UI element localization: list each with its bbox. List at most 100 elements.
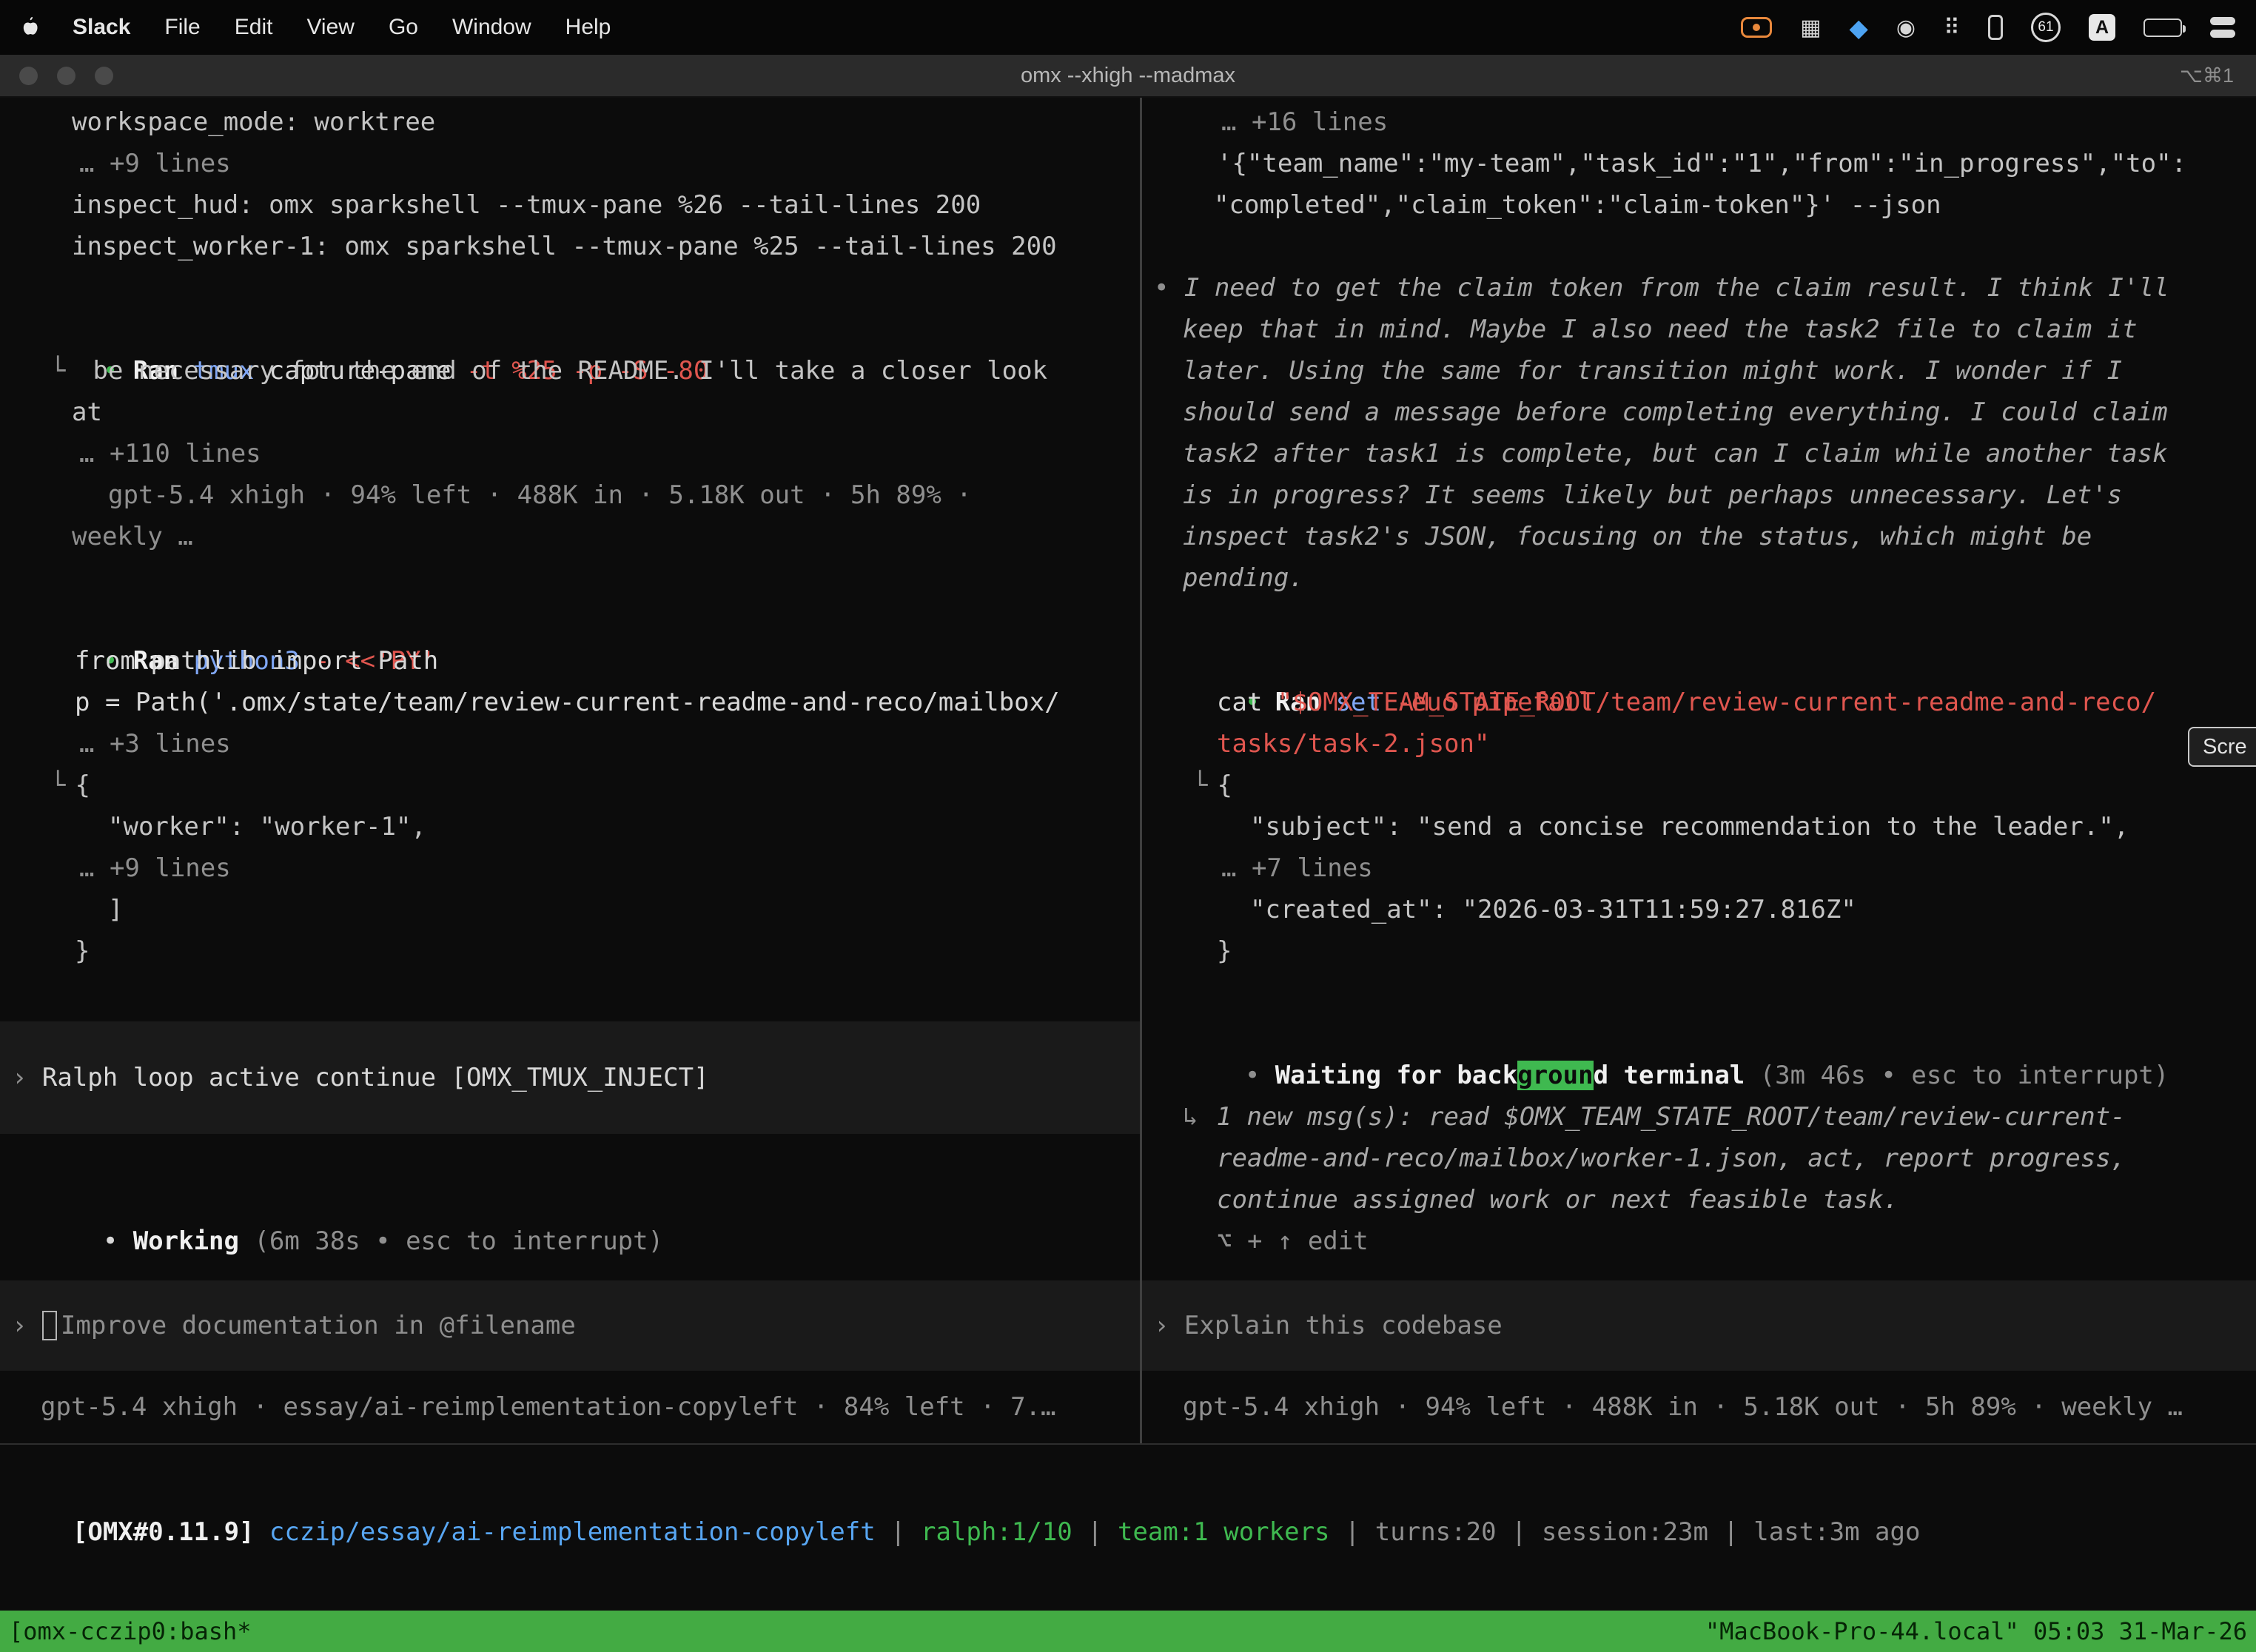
waiting-status-line: •Waiting for background terminal(3m 46s …: [1142, 1013, 2256, 1055]
terminal-line: "subject": "send a concise recommendatio…: [1142, 806, 2256, 847]
grid-app-icon[interactable]: ▦: [1800, 15, 1821, 41]
chevron-icon: ›: [12, 1311, 27, 1340]
json-arg-line: "completed","claim_token":"claim-token"}…: [1214, 190, 1941, 220]
command-path-arg: tasks/task-2.json": [1217, 729, 1489, 759]
notification-fragment: Scre: [2188, 727, 2256, 767]
percent-badge-icon[interactable]: 61: [2031, 13, 2061, 42]
reply-arrow-icon: ↳: [1183, 1102, 1198, 1132]
prompt-input[interactable]: ›Explain this codebase: [1142, 1280, 2256, 1371]
device-status-icon[interactable]: [1988, 15, 2003, 40]
thinking-line: task2 after task1 is complete, but can I…: [1142, 433, 2256, 474]
prompt-input[interactable]: ›Improve documentation in @filename: [0, 1280, 1140, 1371]
waiting-label: d terminal: [1594, 1061, 1745, 1090]
active-app-name[interactable]: Slack: [73, 15, 130, 40]
inject-status-band[interactable]: ›Ralph loop active continue [OMX_TMUX_IN…: [0, 1021, 1140, 1134]
code-line: from pathlib import Path: [75, 646, 438, 676]
terminal-line: "created_at": "2026-03-31T11:59:27.816Z": [1142, 889, 2256, 930]
right-pane[interactable]: … +16 lines '{"team_name":"my-team","tas…: [1142, 98, 2256, 1443]
terminal-line: … +3 lines: [0, 723, 1140, 765]
bullet-icon: •: [103, 1226, 118, 1256]
message-text: readme-and-reco/mailbox/worker-1.json, a…: [1217, 1144, 2126, 1173]
window-title: omx --xhigh --madmax: [0, 64, 2256, 88]
terminal-line: p = Path('.omx/state/team/review-current…: [0, 682, 1140, 723]
terminal-line: ]: [0, 889, 1140, 930]
config-line: inspect_worker-1: omx sparkshell --tmux-…: [72, 232, 1057, 261]
blue-app-icon[interactable]: ◆: [1849, 13, 1867, 42]
ellipsis-more-lines: … +9 lines: [79, 149, 231, 178]
ran-command-line: •Ranset-euo pipefail: [1142, 640, 2256, 682]
battery-icon[interactable]: [2143, 19, 2182, 37]
bullet-icon: •: [1154, 273, 1169, 303]
project-path: cczip/essay/ai-reimplementation-copyleft: [269, 1517, 876, 1547]
thinking-line: pending.: [1142, 557, 2256, 599]
thinking-text: inspect task2's JSON, focusing on the st…: [1183, 522, 2092, 551]
terminal-line: "worker": "worker-1",: [0, 806, 1140, 847]
waiting-label: Waiting for back: [1275, 1061, 1518, 1090]
thinking-text: pending.: [1183, 563, 1304, 593]
menu-window[interactable]: Window: [452, 15, 531, 40]
highlighted-chars: groun: [1517, 1061, 1593, 1090]
terminal-line: … +9 lines: [0, 847, 1140, 889]
terminal-line: └{: [0, 765, 1140, 806]
last-activity: last:3m ago: [1753, 1517, 1920, 1547]
mailbox-message-line: continue assigned work or next feasible …: [1142, 1179, 2256, 1220]
json-brace: {: [1217, 770, 1232, 800]
window-title-bar[interactable]: omx --xhigh --madmax ⌥⌘1: [0, 55, 2256, 98]
pane-footer: gpt-5.4 xhigh · essay/ai-reimplementatio…: [0, 1386, 1140, 1428]
thinking-line: should send a message before completing …: [1142, 392, 2256, 433]
dots-grid-icon[interactable]: ⠿: [1944, 15, 1960, 41]
terminal-line: }: [0, 930, 1140, 972]
json-line: "subject": "send a concise recommendatio…: [1250, 812, 2129, 842]
output-line: gpt-5.4 xhigh · 94% left · 488K in · 5.1…: [108, 480, 972, 510]
config-line: workspace_mode: worktree: [72, 107, 435, 137]
menu-edit[interactable]: Edit: [235, 15, 273, 40]
screen-recording-icon[interactable]: [1741, 17, 1772, 38]
menu-file[interactable]: File: [164, 15, 200, 40]
terminal-line: inspect_hud: omx sparkshell --tmux-pane …: [0, 184, 1140, 226]
ran-command-line: •Rantmuxcapture-pane-t %25 -p -S -80: [0, 309, 1140, 350]
thinking-line: is in progress? It seems likely but perh…: [1142, 474, 2256, 516]
terminal-line: … +9 lines: [0, 143, 1140, 184]
thinking-text: should send a message before completing …: [1183, 397, 2168, 427]
json-brace: }: [75, 936, 90, 966]
terminal-line: from pathlib import Path: [0, 640, 1140, 682]
thinking-text: task2 after task1 is complete, but can I…: [1183, 439, 2168, 469]
window-shortcut: ⌥⌘1: [2180, 64, 2256, 87]
terminal-line: inspect_worker-1: omx sparkshell --tmux-…: [0, 226, 1140, 267]
apple-menu-icon[interactable]: [19, 16, 38, 39]
separator: |: [1087, 1517, 1102, 1547]
terminal-line: weekly …: [0, 516, 1140, 557]
terminal-line: gpt-5.4 xhigh · 94% left · 488K in · 5.1…: [0, 474, 1140, 516]
ellipsis-more-lines: … +3 lines: [79, 729, 231, 759]
separator: |: [1345, 1517, 1360, 1547]
ellipsis-more-lines: … +110 lines: [79, 439, 261, 469]
json-brace: {: [75, 770, 90, 800]
terminal[interactable]: workspace_mode: worktree … +9 lines insp…: [0, 98, 2256, 1652]
json-arg-line: '{"team_name":"my-team","task_id":"1","f…: [1217, 149, 2186, 178]
chevron-icon: ›: [12, 1063, 27, 1092]
menu-view[interactable]: View: [306, 15, 354, 40]
thinking-text: is in progress? It seems likely but perh…: [1183, 480, 2122, 510]
thinking-text: keep that in mind. Maybe I also need the…: [1183, 315, 2138, 344]
terminal-line: └{: [1142, 765, 2256, 806]
tmux-session-window[interactable]: [omx-cczip0:bash*: [9, 1611, 252, 1652]
control-center-icon[interactable]: [2210, 17, 2235, 38]
menu-help[interactable]: Help: [565, 15, 611, 40]
omx-status-line: [OMX#0.11.9]cczip/essay/ai-reimplementat…: [0, 1470, 2256, 1511]
menu-go[interactable]: Go: [389, 15, 418, 40]
separator: |: [890, 1517, 905, 1547]
prompt-placeholder: Explain this codebase: [1184, 1311, 1503, 1340]
ellipsis-more-lines: … +9 lines: [79, 853, 231, 883]
edit-shortcut-hint: ⌥ + ↑ edit: [1217, 1226, 1369, 1256]
text-cursor: [42, 1311, 57, 1340]
keyboard-layout-icon[interactable]: A: [2089, 14, 2115, 41]
terminal-line: "completed","claim_token":"claim-token"}…: [1142, 184, 2256, 226]
working-status-line: •Working(6m 38s • esc to interrupt): [0, 1179, 1140, 1220]
json-line: "created_at": "2026-03-31T11:59:27.816Z": [1250, 895, 1856, 924]
left-pane[interactable]: workspace_mode: worktree … +9 lines insp…: [0, 98, 1140, 1443]
terminal-line: … +7 lines: [1142, 847, 2256, 889]
knob-app-icon[interactable]: ◉: [1896, 15, 1916, 41]
working-label: Working: [133, 1226, 239, 1256]
terminal-line: tasks/task-2.json": [1142, 723, 2256, 765]
thinking-line: keep that in mind. Maybe I also need the…: [1142, 309, 2256, 350]
